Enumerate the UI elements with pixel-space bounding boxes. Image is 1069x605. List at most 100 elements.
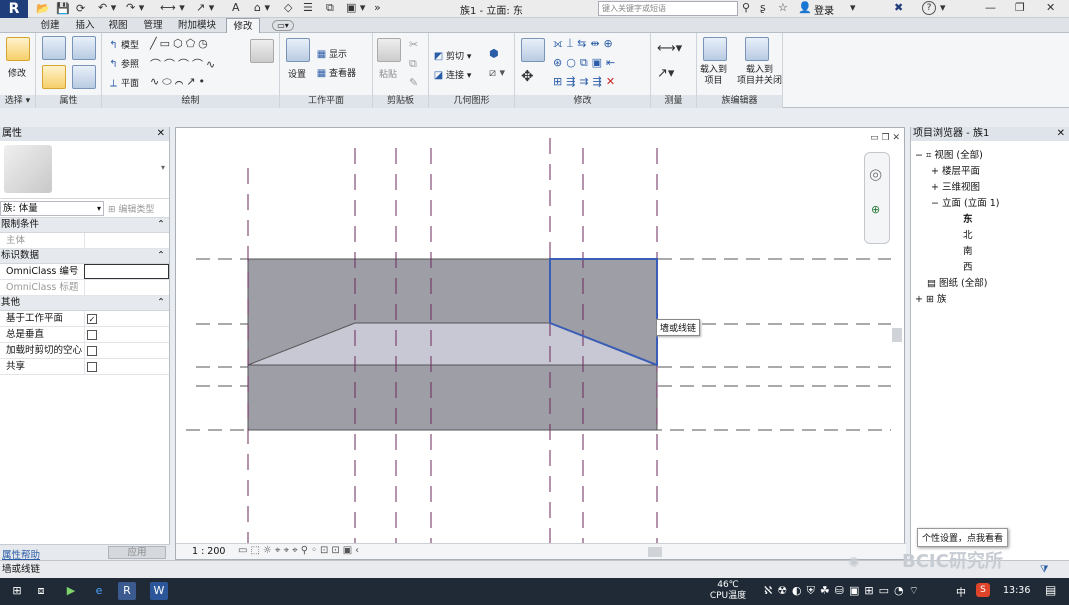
star-icon[interactable]: ☆	[778, 1, 788, 14]
family-category-icon[interactable]	[72, 65, 96, 89]
close-icon[interactable]: ✕	[1046, 1, 1055, 14]
copy-icon[interactable]: ⧉	[409, 57, 417, 71]
always-vertical-checkbox[interactable]	[87, 330, 97, 340]
match-icon[interactable]: ✎	[409, 76, 418, 89]
open-icon[interactable]: 📂	[36, 2, 50, 15]
tab-manage[interactable]: 管理	[137, 18, 169, 33]
load-into-project-icon[interactable]	[703, 37, 727, 61]
cut-geometry-button[interactable]: ◩ 剪切 ▾	[433, 49, 472, 62]
property-omniclass-number[interactable]: OmniClass 编号	[0, 264, 169, 280]
word-icon[interactable]: W	[150, 582, 168, 600]
drawing-canvas[interactable]: 墙或线链 ▭ ❐ ✕ ◎ ⊕ 1 : 200 ▭⬚☼⌖⌖⌖⚲◦⊡⊡▣‹	[175, 127, 906, 561]
modify-tools-row2[interactable]: ⊛○⧉▣⇤	[553, 56, 619, 70]
sogou-icon[interactable]: S	[976, 583, 990, 597]
viewer-button[interactable]: ▦ 查看器	[316, 66, 356, 79]
3d-view-icon[interactable]: ⌂ ▾	[254, 1, 270, 14]
modify-tools-row1[interactable]: ⟗⟘⇆⇹⊕	[553, 37, 617, 51]
family-types-icon[interactable]	[42, 36, 66, 60]
measure-icon[interactable]: ⟷ ▾	[160, 1, 185, 14]
restore-icon[interactable]: ❐	[1015, 1, 1025, 14]
help-icon[interactable]: ?	[922, 1, 936, 15]
tab-addins[interactable]: 附加模块	[172, 18, 222, 33]
tab-view[interactable]: 视图	[103, 18, 133, 33]
set-workplane-icon[interactable]	[286, 38, 310, 62]
tree-item-elevations[interactable]: − 立面 (立面 1)	[931, 195, 1000, 209]
expand-icon[interactable]: +	[915, 294, 923, 305]
paste-icon[interactable]	[377, 38, 401, 62]
tree-item-families[interactable]: + ⊞ 族	[915, 291, 947, 305]
vertical-scroll-thumb[interactable]	[892, 328, 902, 342]
plane-button[interactable]: ⟂ 平面	[108, 76, 139, 89]
binoculars-icon[interactable]: ⚲	[742, 1, 750, 14]
expand-icon[interactable]: +	[931, 182, 939, 193]
help-dropdown-icon[interactable]: ▾	[940, 1, 946, 14]
subscription-icon[interactable]: ʂ	[760, 1, 766, 14]
edit-type-button[interactable]: ⊞ 编辑类型	[108, 202, 154, 215]
expand-icon[interactable]: +	[931, 166, 939, 177]
user-icon[interactable]: 👤	[798, 1, 812, 14]
tree-item-east[interactable]: 东	[963, 211, 973, 225]
load-into-project-button[interactable]: 载入到 项目	[700, 65, 727, 87]
tab-create[interactable]: 创建	[33, 18, 67, 33]
tree-item-sheets[interactable]: ▤ 图纸 (全部)	[927, 275, 987, 289]
media-icon[interactable]: ▶	[62, 582, 80, 600]
section-identity[interactable]: 标识数据 ⌃	[0, 249, 169, 264]
start-icon[interactable]: ⊞	[8, 582, 26, 600]
switch-windows-icon[interactable]: ▣ ▾	[346, 1, 365, 14]
tab-insert[interactable]: 插入	[70, 18, 100, 33]
login-link[interactable]: 登录	[814, 2, 834, 17]
set-button[interactable]: 设置	[288, 67, 306, 80]
measure-distance-icon[interactable]: ⟷▾	[657, 41, 682, 56]
dropdown-icon[interactable]: ▾	[850, 1, 856, 14]
horizontal-scroll-thumb[interactable]	[648, 547, 662, 557]
load-and-close-icon[interactable]	[745, 37, 769, 61]
close-properties-icon[interactable]: ✕	[157, 127, 165, 141]
view-window-controls[interactable]: ▭ ❐ ✕	[870, 133, 900, 143]
cut-icon[interactable]: ✂	[409, 38, 418, 51]
modify-button-label[interactable]: 修改	[8, 66, 26, 79]
overflow-icon[interactable]: »	[374, 1, 381, 14]
view-control-icons[interactable]: ▭⬚☼⌖⌖⌖⚲◦⊡⊡▣‹	[238, 545, 362, 556]
tree-item-south[interactable]: 南	[963, 243, 973, 257]
tree-item-3d-views[interactable]: + 三维视图	[931, 179, 980, 193]
undo-icon[interactable]: ↶ ▾	[98, 1, 116, 14]
filter-icon[interactable]: ⧩	[1040, 561, 1048, 578]
collapse-icon[interactable]: −	[931, 198, 939, 209]
property-host[interactable]: 主体	[0, 233, 169, 249]
family-selector[interactable]: 族: 体量 ▾	[0, 201, 104, 216]
cpu-temp-widget[interactable]: 46℃ CPU温度	[702, 580, 754, 602]
paint-icon[interactable]: ⬢	[489, 47, 499, 60]
ime-indicator[interactable]: 中	[956, 584, 966, 599]
omniclass-number-input[interactable]	[84, 264, 169, 279]
property-omniclass-title[interactable]: OmniClass 标题	[0, 280, 169, 296]
tree-item-west[interactable]: 西	[963, 259, 973, 273]
sync-icon[interactable]: ⟳	[76, 2, 85, 15]
elevation-view[interactable]	[176, 128, 906, 561]
edge-icon[interactable]: e	[90, 582, 108, 600]
zoom-region-icon[interactable]: ⊕	[871, 203, 880, 216]
tree-item-views[interactable]: − ⌗ 视图 (全部)	[915, 147, 983, 161]
tip-popup[interactable]: 个性设置，点我看看	[917, 528, 1009, 547]
tree-item-north[interactable]: 北	[963, 227, 973, 241]
section-icon[interactable]: ◇	[284, 1, 292, 14]
properties-icon[interactable]	[42, 65, 66, 89]
revit-taskbar-icon[interactable]: R	[118, 582, 136, 600]
view-scale[interactable]: 1 : 200	[192, 546, 225, 557]
revit-logo[interactable]: R	[0, 0, 28, 18]
cut-with-voids-checkbox[interactable]	[87, 346, 97, 356]
model-line-button[interactable]: ↰ 模型	[108, 38, 139, 51]
task-view-icon[interactable]: ⧈	[32, 582, 50, 600]
paste-button[interactable]: 粘贴	[379, 67, 397, 80]
split-face-icon[interactable]: ⧄ ▾	[489, 66, 505, 80]
save-icon[interactable]: 💾	[56, 2, 70, 15]
draw-shapes-row2[interactable]: ⌒⌒⌒⌒∿	[150, 56, 218, 72]
shared-checkbox[interactable]	[87, 362, 97, 372]
text-icon[interactable]: A	[232, 1, 240, 14]
align-icon[interactable]	[521, 38, 545, 62]
tree-item-floor-plans[interactable]: + 楼层平面	[931, 163, 980, 177]
type-properties-icon[interactable]	[72, 36, 96, 60]
close-hidden-icon[interactable]: ⧉	[326, 1, 334, 15]
reference-line-button[interactable]: ↰ 参照	[108, 57, 139, 70]
workplane-based-checkbox[interactable]: ✓	[87, 314, 97, 324]
minimize-icon[interactable]: —	[985, 1, 996, 14]
